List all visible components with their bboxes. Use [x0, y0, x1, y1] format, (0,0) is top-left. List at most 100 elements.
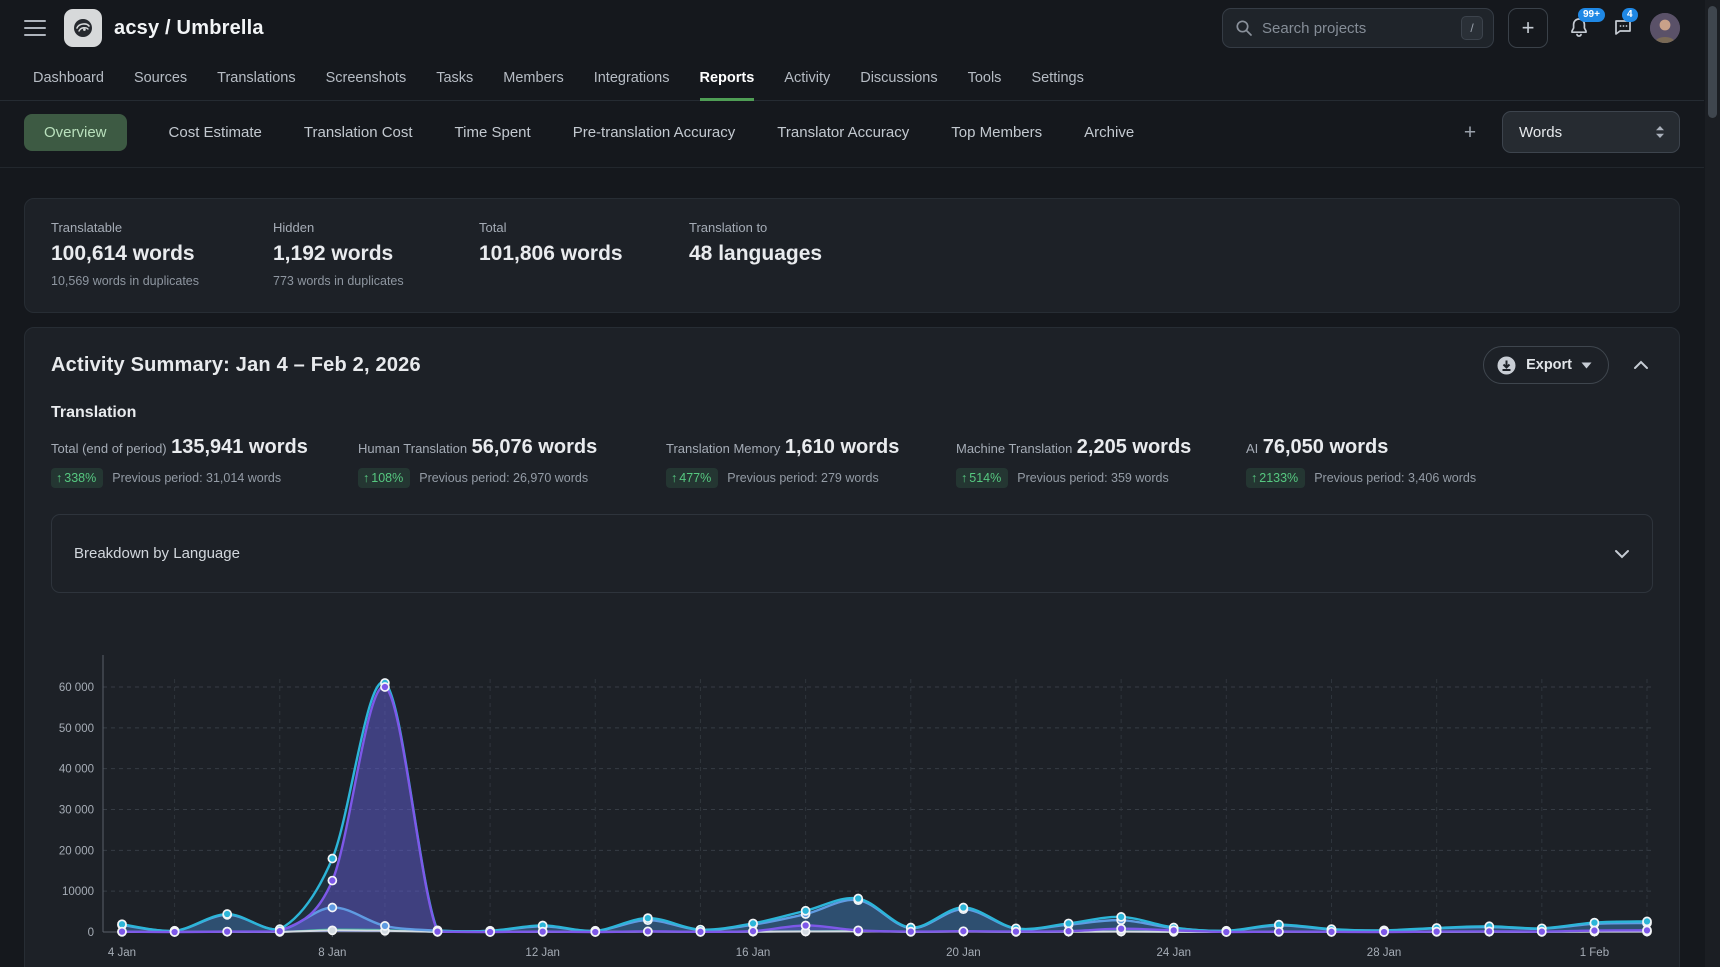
- stat-value: 48 languages: [689, 242, 822, 266]
- svg-text:40 000: 40 000: [59, 764, 94, 776]
- previous-period-text: Previous period: 359 words: [1017, 471, 1168, 485]
- nav-tab-reports[interactable]: Reports: [700, 56, 755, 101]
- create-project-button[interactable]: [1508, 8, 1548, 48]
- collapse-section-button[interactable]: [1629, 353, 1653, 377]
- metric-label: Machine Translation: [956, 441, 1072, 456]
- metric-label: AI: [1246, 441, 1258, 456]
- metric-value: 2,205 words: [1077, 436, 1192, 458]
- metric-label: Translation Memory: [666, 441, 780, 456]
- messages-button[interactable]: 4: [1610, 15, 1636, 41]
- nav-tab-tools[interactable]: Tools: [968, 56, 1002, 101]
- page-title: acsy / Umbrella: [114, 17, 264, 40]
- svg-text:20 000: 20 000: [59, 845, 94, 857]
- stat-value: 1,192 words: [273, 242, 479, 266]
- svg-text:8 Jan: 8 Jan: [318, 947, 346, 959]
- unit-select-value: Words: [1519, 124, 1653, 141]
- metric-ai: AI 76,050 words 2133% Previous period: 3…: [1246, 436, 1476, 488]
- metric-value: 1,610 words: [785, 436, 900, 458]
- notifications-badge: 99+: [1578, 8, 1605, 22]
- search-input[interactable]: [1262, 20, 1461, 37]
- svg-text:1 Feb: 1 Feb: [1580, 947, 1609, 959]
- nav-tab-translations[interactable]: Translations: [217, 56, 295, 101]
- report-subtabs-actions: Words: [1460, 111, 1680, 153]
- activity-summary-actions: Export: [1483, 346, 1653, 384]
- stat-translation-to: Translation to 48 languages: [689, 220, 822, 289]
- stat-value: 100,614 words: [51, 242, 273, 266]
- nav-tab-members[interactable]: Members: [503, 56, 563, 101]
- svg-text:10000: 10000: [62, 886, 94, 898]
- metric-total-end-of-period: Total (end of period) 135,941 words 338%…: [51, 436, 358, 488]
- user-avatar[interactable]: [1650, 13, 1680, 43]
- stat-hidden: Hidden 1,192 words 773 words in duplicat…: [273, 220, 479, 289]
- notifications-button[interactable]: 99+: [1566, 15, 1592, 41]
- search-box: /: [1222, 8, 1494, 48]
- activity-summary-card: Activity Summary: Jan 4 – Feb 2, 2026 Ex…: [24, 327, 1680, 967]
- nav-tab-sources[interactable]: Sources: [134, 56, 187, 101]
- app-root: acsy / Umbrella / 99+: [0, 0, 1720, 967]
- metric-value: 76,050 words: [1263, 436, 1389, 458]
- previous-period-text: Previous period: 31,014 words: [112, 471, 281, 485]
- trend-up-badge: 338%: [51, 468, 103, 488]
- trend-up-badge: 477%: [666, 468, 718, 488]
- project-nav: Dashboard Sources Translations Screensho…: [0, 56, 1704, 101]
- svg-text:12 Jan: 12 Jan: [525, 947, 560, 959]
- stat-note: [479, 274, 689, 289]
- stat-label: Hidden: [273, 220, 479, 235]
- chevron-up-icon: [1633, 360, 1649, 370]
- search-icon: [1235, 19, 1253, 37]
- nav-tab-tasks[interactable]: Tasks: [436, 56, 473, 101]
- report-tab-top-members[interactable]: Top Members: [951, 114, 1042, 151]
- nav-tab-settings[interactable]: Settings: [1031, 56, 1083, 101]
- report-tab-time-spent[interactable]: Time Spent: [455, 114, 531, 151]
- nav-tab-dashboard[interactable]: Dashboard: [33, 56, 104, 101]
- project-logo[interactable]: [64, 9, 102, 47]
- chevron-down-icon: [1614, 549, 1630, 559]
- trend-up-badge: 514%: [956, 468, 1008, 488]
- stat-note: [689, 274, 822, 289]
- topbar-actions: / 99+ 4: [1222, 8, 1680, 48]
- slash-shortcut-key: /: [1461, 16, 1483, 40]
- translation-section-title: Translation: [51, 404, 1653, 422]
- add-report-button[interactable]: [1460, 122, 1480, 142]
- metric-label: Total (end of period): [51, 441, 167, 456]
- translation-metrics: Total (end of period) 135,941 words 338%…: [25, 422, 1679, 488]
- crowdin-bird-icon: [71, 16, 95, 40]
- report-tab-archive[interactable]: Archive: [1084, 114, 1134, 151]
- stat-label: Translatable: [51, 220, 273, 235]
- trend-up-badge: 2133%: [1246, 468, 1305, 488]
- metric-translation-memory: Translation Memory 1,610 words 477% Prev…: [666, 436, 956, 488]
- unit-select[interactable]: Words: [1502, 111, 1680, 153]
- breakdown-by-language-label: Breakdown by Language: [74, 545, 240, 562]
- svg-text:16 Jan: 16 Jan: [736, 947, 771, 959]
- activity-chart: 01000020 00030 00040 00050 00060 0004 Ja…: [45, 639, 1685, 967]
- scrollbar-thumb[interactable]: [1708, 6, 1717, 118]
- activity-summary-title: Activity Summary: Jan 4 – Feb 2, 2026: [51, 354, 421, 377]
- export-label: Export: [1526, 357, 1572, 373]
- report-tab-translator-accuracy[interactable]: Translator Accuracy: [777, 114, 909, 151]
- avatar-image: [1650, 13, 1680, 43]
- stat-label: Total: [479, 220, 689, 235]
- metric-value: 135,941 words: [171, 436, 308, 458]
- report-tab-translation-cost[interactable]: Translation Cost: [304, 114, 413, 151]
- svg-text:30 000: 30 000: [59, 805, 94, 817]
- caret-down-icon: [1581, 362, 1592, 369]
- menu-icon[interactable]: [24, 20, 46, 36]
- report-tab-overview[interactable]: Overview: [24, 114, 127, 151]
- breakdown-by-language-toggle[interactable]: Breakdown by Language: [51, 514, 1653, 593]
- previous-period-text: Previous period: 3,406 words: [1314, 471, 1476, 485]
- report-tab-cost-estimate[interactable]: Cost Estimate: [169, 114, 262, 151]
- stat-total: Total 101,806 words: [479, 220, 689, 289]
- download-icon: [1496, 355, 1517, 376]
- report-tab-pre-translation-accuracy[interactable]: Pre-translation Accuracy: [573, 114, 736, 151]
- metric-value: 56,076 words: [472, 436, 598, 458]
- page-scrollbar: [1705, 0, 1720, 967]
- svg-text:60 000: 60 000: [59, 682, 94, 694]
- activity-summary-header: Activity Summary: Jan 4 – Feb 2, 2026 Ex…: [25, 328, 1679, 384]
- export-button[interactable]: Export: [1483, 346, 1609, 384]
- nav-tab-integrations[interactable]: Integrations: [594, 56, 670, 101]
- svg-text:28 Jan: 28 Jan: [1367, 947, 1402, 959]
- nav-tab-screenshots[interactable]: Screenshots: [326, 56, 407, 101]
- nav-tab-discussions[interactable]: Discussions: [860, 56, 937, 101]
- previous-period-text: Previous period: 26,970 words: [419, 471, 588, 485]
- nav-tab-activity[interactable]: Activity: [784, 56, 830, 101]
